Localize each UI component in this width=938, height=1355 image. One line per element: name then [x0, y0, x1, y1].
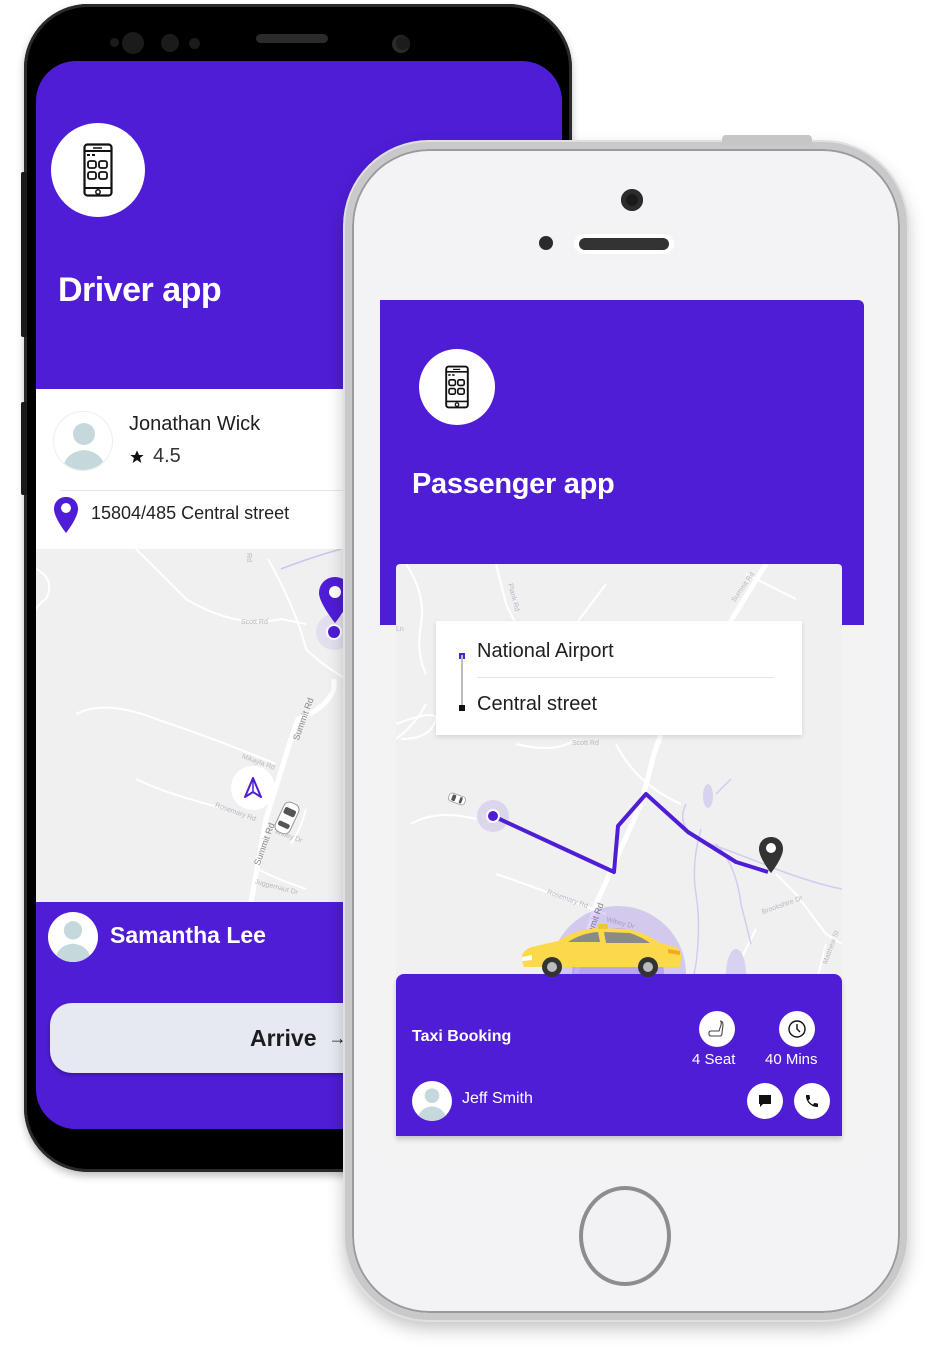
user-avatar-icon: [54, 921, 92, 962]
origin-location-dot: [477, 800, 509, 832]
location-pin-icon: [54, 497, 78, 533]
phone-side-button: [21, 402, 27, 495]
chat-icon: [759, 1095, 771, 1107]
user-avatar-icon: [417, 1088, 447, 1121]
rating-value: 4.5: [153, 445, 181, 467]
navigate-button[interactable]: [231, 766, 275, 810]
route-connector: [461, 655, 463, 705]
phone-camera: [621, 189, 643, 211]
seats-label: 4 Seat: [692, 1051, 736, 1068]
message-button[interactable]: [747, 1083, 783, 1119]
rider-avatar: [48, 912, 98, 962]
home-button[interactable]: [579, 1186, 671, 1286]
map-label: Scott Rd: [241, 619, 268, 626]
driver-app-title: Driver app: [58, 271, 222, 309]
passenger-avatar: [412, 1081, 452, 1121]
driver-rating: 4.5: [129, 445, 181, 468]
driver-avatar: [53, 411, 113, 471]
call-button[interactable]: [794, 1083, 830, 1119]
passenger-app-screen: Passenger app Plank Rd Summit Rd Scott R…: [380, 300, 870, 1160]
phone-sensor: [396, 36, 410, 50]
phone-sensor: [110, 38, 119, 47]
star-icon: [130, 449, 144, 463]
phone-sensor: [189, 38, 200, 49]
driver-app-icon: [51, 123, 145, 217]
driver-name: Jonathan Wick: [129, 413, 261, 435]
passenger-name: Jeff Smith: [462, 1090, 533, 1107]
rider-name: Samantha Lee: [110, 922, 266, 948]
passenger-phone: Passenger app Plank Rd Summit Rd Scott R…: [345, 135, 907, 1320]
user-avatar-icon: [62, 423, 106, 470]
phone-power-button: [722, 135, 812, 145]
phone-side-button: [21, 172, 27, 337]
divider: [477, 677, 774, 678]
taxi-car-image: [521, 924, 682, 977]
arrive-button-label: Arrive: [250, 1024, 317, 1051]
map-pin-icon: [759, 837, 783, 873]
time-label: 40 Mins: [765, 1051, 818, 1068]
phone-icon: [806, 1095, 818, 1107]
destination-marker: [459, 705, 465, 711]
phone-sensor: [122, 32, 144, 54]
map-label: Rd: [244, 553, 252, 562]
phone-speaker: [256, 34, 328, 43]
booking-panel: Taxi Booking 4 Seat 40 Mins Jeff Smith: [396, 974, 842, 1136]
seats-icon-circle: [699, 1011, 735, 1047]
phone-speaker: [574, 234, 674, 254]
arrow-right-icon: →: [328, 1027, 347, 1048]
route-card: National Airport Central street: [436, 621, 802, 735]
smartphone-apps-icon: [445, 365, 469, 409]
car-seat-icon: [708, 1020, 724, 1037]
route-from[interactable]: National Airport: [477, 640, 614, 663]
booking-title: Taxi Booking: [412, 1028, 512, 1045]
smartphone-apps-icon: [83, 143, 113, 197]
passenger-app-title: Passenger app: [412, 468, 615, 500]
navigation-arrow-icon: [244, 777, 262, 798]
route-to[interactable]: Central street: [477, 693, 597, 716]
clock-icon: [788, 1020, 806, 1038]
time-icon-circle: [779, 1011, 815, 1047]
phone-sensor: [539, 236, 553, 250]
passenger-app-icon: [419, 349, 495, 425]
phone-sensor: [161, 34, 179, 52]
pickup-address: 15804/485 Central street: [91, 503, 290, 523]
